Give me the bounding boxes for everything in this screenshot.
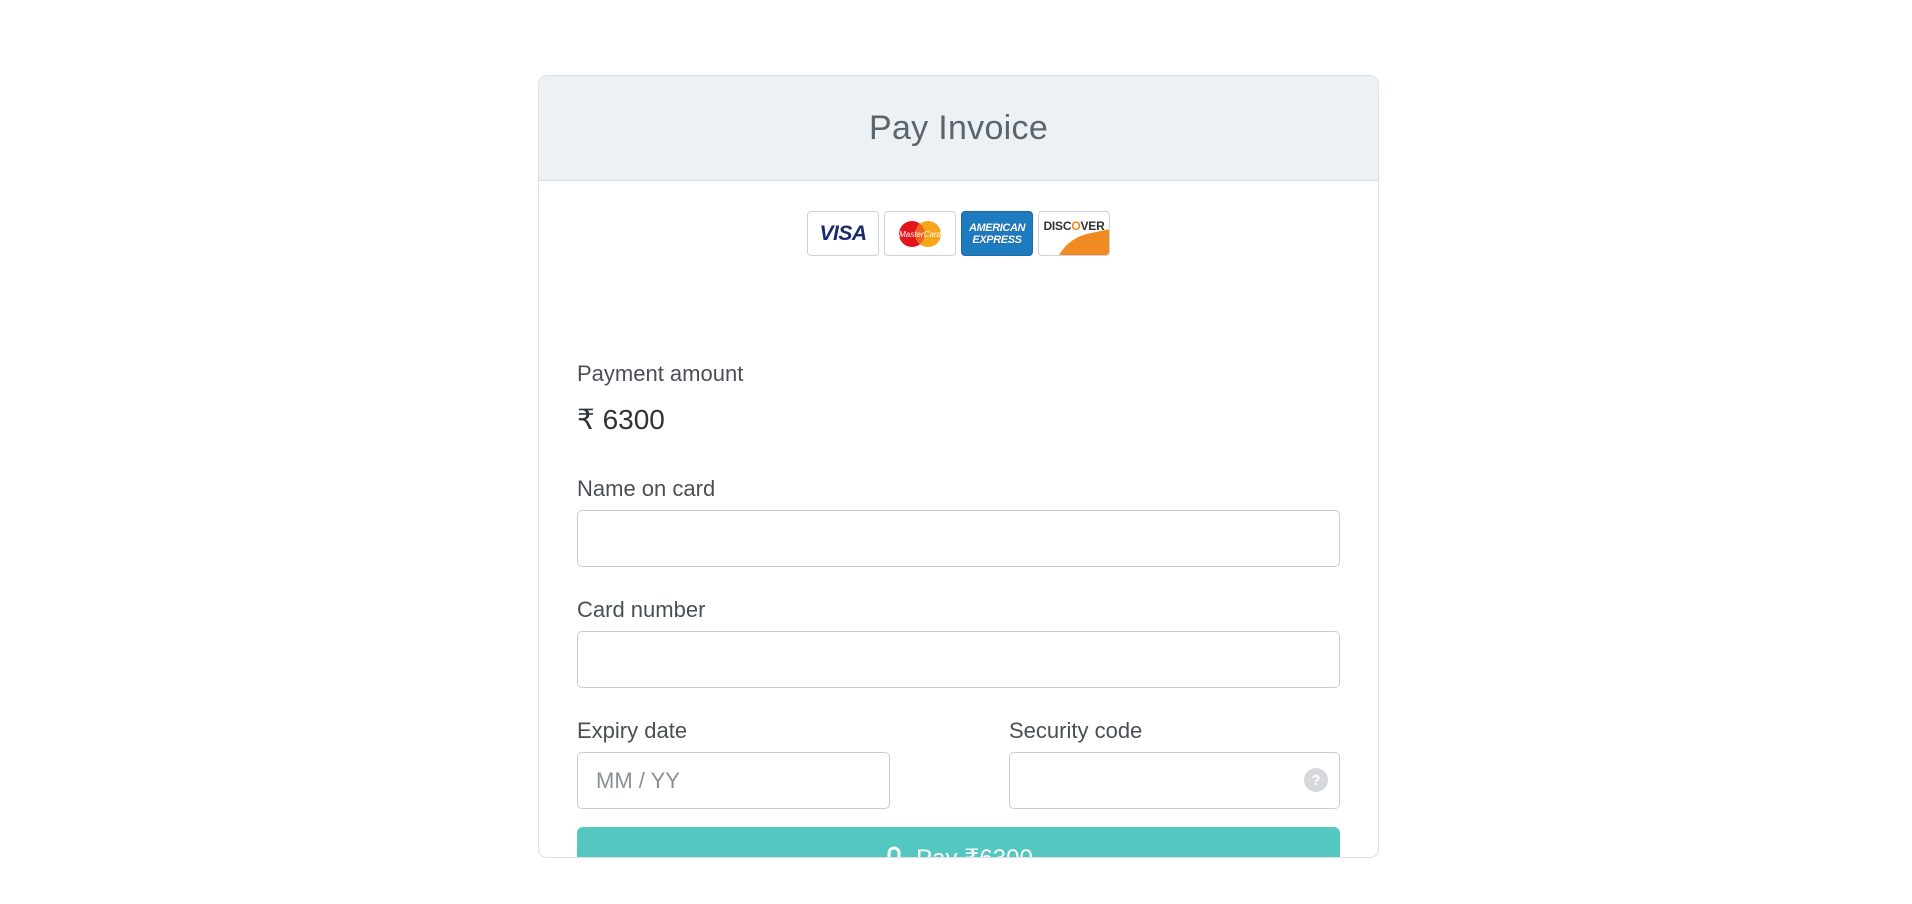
mastercard-logo-icon: MasterCard (884, 211, 956, 256)
help-icon[interactable]: ? (1304, 768, 1328, 792)
mastercard-logo-text: MasterCard (899, 230, 941, 239)
card-number-input[interactable] (577, 631, 1340, 688)
amex-logo-line1: AMERICAN (968, 221, 1026, 234)
card-brand-logos: VISA MasterCard AMERICAN EXPRESS DISCOVE… (539, 211, 1378, 256)
lock-icon (885, 846, 903, 857)
discover-logo-text: DISCOVER (1039, 219, 1109, 233)
amex-logo-icon: AMERICAN EXPRESS (961, 211, 1033, 256)
name-on-card-input[interactable] (577, 510, 1340, 567)
page-title: Pay Invoice (868, 108, 1049, 147)
discover-logo-icon: DISCOVER (1038, 211, 1110, 256)
discover-text-post: VER (1080, 219, 1105, 233)
amex-logo-line2: EXPRESS (972, 233, 1022, 246)
expiry-date-label: Expiry date (577, 718, 688, 743)
security-code-input[interactable] (1009, 752, 1340, 809)
payment-amount-label: Payment amount (577, 361, 744, 386)
card-number-label: Card number (577, 597, 706, 622)
visa-logo-text: VISA (819, 221, 867, 245)
pay-button-label: Pay ₹6300 (916, 844, 1033, 857)
visa-logo-icon: VISA (807, 211, 879, 256)
expiry-date-input[interactable] (577, 752, 890, 809)
card-header: Pay Invoice (539, 76, 1378, 181)
security-code-label: Security code (1009, 718, 1143, 743)
pay-button[interactable]: Pay ₹6300 (577, 827, 1340, 857)
payment-card: Pay Invoice VISA MasterCard AMERICAN EXP… (538, 75, 1379, 858)
discover-text-pre: DISC (1043, 219, 1072, 233)
amex-logo-text: AMERICAN EXPRESS (969, 222, 1025, 246)
payment-amount-value: ₹ 6300 (577, 404, 665, 435)
name-on-card-label: Name on card (577, 476, 716, 501)
